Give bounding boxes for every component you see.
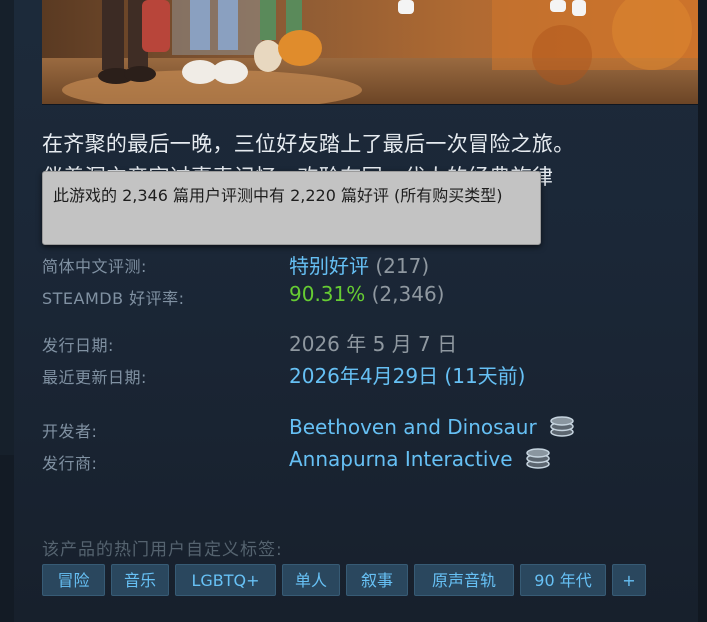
developer-row: Beethoven and Dinosaur [289,415,575,442]
steamdb-rating-value: 90.31% (2,346) [289,282,445,306]
chinese-reviews-label: 简体中文评测: [42,257,147,276]
popular-tags-title: 该产品的热门用户自定义标签: [42,540,283,560]
review-tooltip: 此游戏的 2,346 篇用户评测中有 2,220 篇好评 (所有购买类型) [42,171,541,245]
right-scroll-edge [698,0,707,622]
chinese-reviews-value: 特别好评 (217) [289,250,429,279]
tag-90s[interactable]: 90 年代 [520,564,606,596]
last-update-label: 最近更新日期: [42,368,147,387]
release-date-label: 发行日期: [42,336,114,355]
game-header-image[interactable] [42,0,698,105]
tag-music[interactable]: 音乐 [111,564,169,596]
chinese-review-summary[interactable]: 特别好评 [289,254,369,278]
developer-link[interactable]: Beethoven and Dinosaur [289,415,537,439]
tag-adventure[interactable]: 冒险 [42,564,105,596]
add-tag-button[interactable]: + [612,564,646,596]
chinese-review-count: (217) [375,254,430,278]
tag-lgbtq[interactable]: LGBTQ+ [175,564,276,596]
publisher-link[interactable]: Annapurna Interactive [289,447,513,471]
coin-stack-icon[interactable] [549,415,575,442]
tag-single-player[interactable]: 单人 [282,564,340,596]
tag-narrative[interactable]: 叙事 [346,564,408,596]
coin-stack-icon[interactable] [525,447,551,474]
release-date-value: 2026 年 5 月 7 日 [289,332,458,356]
tag-soundtrack[interactable]: 原声音轨 [414,564,514,596]
tooltip-text: 此游戏的 2,346 篇用户评测中有 2,220 篇好评 (所有购买类型) [53,186,503,205]
steamdb-rating-percent[interactable]: 90.31% [289,282,365,306]
left-panel-edge-lower [0,455,14,622]
header-artwork [42,0,698,104]
steamdb-review-count: (2,346) [371,282,445,306]
steamdb-rating-label: STEAMDB 好评率: [42,289,185,308]
developer-label: 开发者: [42,422,98,441]
last-update-value[interactable]: 2026年4月29日 (11天前) [289,360,525,389]
publisher-label: 发行商: [42,454,98,473]
publisher-row: Annapurna Interactive [289,447,551,474]
